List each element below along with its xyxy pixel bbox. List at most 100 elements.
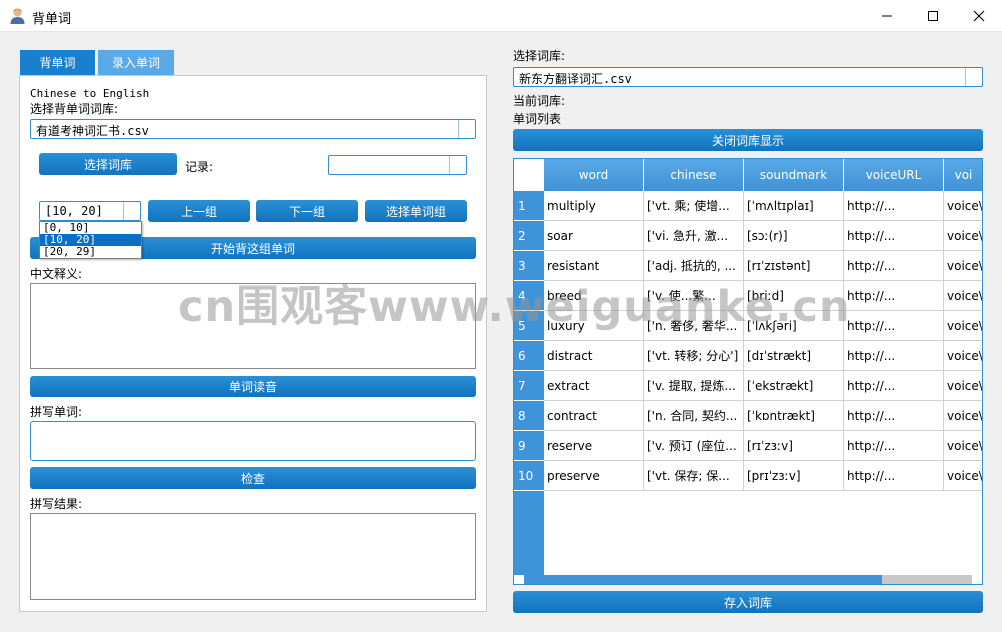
table-cell-chinese[interactable]: ['vt. 保存; 保... [644,461,744,491]
table-cell-voice[interactable]: voice\ [944,341,982,371]
table-cell-voiceURL[interactable]: http://... [844,401,944,431]
table-cell-voice[interactable]: voice\ [944,251,982,281]
tab-entry[interactable]: 录入单词 [98,50,174,75]
row-header[interactable]: 9 [514,431,544,461]
table-cell-voice[interactable]: voice\ [944,281,982,311]
table-cell-soundmark[interactable]: [prɪˈzɜːv] [744,461,844,491]
table-cell-soundmark[interactable]: [ˈekstrækt] [744,371,844,401]
save-to-lib-button[interactable]: 存入词库 [513,591,983,613]
chevron-down-icon [123,202,140,220]
table-cell-word[interactable]: multiply [544,191,644,221]
table-cell-voiceURL[interactable]: http://... [844,311,944,341]
row-header[interactable]: 10 [514,461,544,491]
tab-memorize[interactable]: 背单词 [20,50,95,75]
table-cell-word[interactable]: preserve [544,461,644,491]
table-cell-voiceURL[interactable]: http://... [844,371,944,401]
maximize-button[interactable] [910,0,956,32]
table-cell-chinese[interactable]: ['vi. 急升, 激... [644,221,744,251]
current-lib-label: 当前词库: [513,94,566,108]
scrollbar-thumb[interactable] [524,575,882,584]
table-cell-voice[interactable]: voice\ [944,371,982,401]
table-cell-soundmark[interactable]: [rɪˈzɜːv] [744,431,844,461]
table-cell-voiceURL[interactable]: http://... [844,431,944,461]
prev-group-button[interactable]: 上一组 [148,200,250,222]
table-cell-soundmark[interactable]: [ˈmʌltɪplaɪ] [744,191,844,221]
table-cell-voice[interactable]: voice\ [944,221,982,251]
right-lib-combo-value: 新东方翻译词汇.csv [519,72,632,86]
table-cell-voiceURL[interactable]: http://... [844,461,944,491]
group-dropdown-list: [0, 10] [10, 20] [20, 29] [39,221,142,259]
spell-input[interactable] [30,421,476,461]
row-header[interactable]: 4 [514,281,544,311]
table-cell-chinese[interactable]: ['vt. 转移; 分心'] [644,341,744,371]
table-cell-chinese[interactable]: ['v. 预订 (座位... [644,431,744,461]
chevron-down-icon [458,120,475,138]
read-word-button[interactable]: 单词读音 [30,376,476,397]
table-cell-voiceURL[interactable]: http://... [844,341,944,371]
row-header[interactable]: 8 [514,401,544,431]
table-cell-voiceURL[interactable]: http://... [844,251,944,281]
table-cell-soundmark[interactable]: [ˈlʌkʃəri] [744,311,844,341]
column-header-soundmark[interactable]: soundmark [744,159,844,191]
table-cell-soundmark[interactable]: [briːd] [744,281,844,311]
table-cell-soundmark[interactable]: [dɪˈstrækt] [744,341,844,371]
table-cell-voice[interactable]: voice\ [944,311,982,341]
horizontal-scrollbar[interactable] [524,575,972,584]
right-choose-lib-label: 选择词库: [513,49,566,63]
result-textarea[interactable] [30,513,476,600]
close-button[interactable] [956,0,1002,32]
record-combo[interactable] [328,155,467,175]
table-cell-voiceURL[interactable]: http://... [844,191,944,221]
column-header-chinese[interactable]: chinese [644,159,744,191]
word-table[interactable]: word chinese soundmark voiceURL voi 1 multipl… [513,158,983,585]
row-header[interactable]: 7 [514,371,544,401]
table-cell-chinese[interactable]: ['v. 使...繁... [644,281,744,311]
close-lib-display-button[interactable]: 关闭词库显示 [513,129,983,151]
person-icon [10,8,25,24]
group-combo-value: [10, 20] [45,204,103,218]
table-cell-chinese[interactable]: ['vt. 乘; 使增... [644,191,744,221]
row-header[interactable]: 1 [514,191,544,221]
table-cell-word[interactable]: breed [544,281,644,311]
table-cell-soundmark[interactable]: [rɪˈzɪstənt] [744,251,844,281]
mode-text: Chinese to English [30,87,150,100]
group-option[interactable]: [20, 29] [40,246,141,258]
next-group-button[interactable]: 下一组 [256,200,358,222]
table-cell-word[interactable]: luxury [544,311,644,341]
right-lib-combo[interactable]: 新东方翻译词汇.csv [513,67,983,87]
table-cell-voiceURL[interactable]: http://... [844,281,944,311]
table-cell-chinese[interactable]: ['v. 提取, 提炼... [644,371,744,401]
maximize-icon [928,11,938,21]
table-cell-chinese[interactable]: ['n. 合同, 契约... [644,401,744,431]
table-cell-soundmark[interactable]: [ˈkɒntrækt] [744,401,844,431]
table-cell-soundmark[interactable]: [sɔː(r)] [744,221,844,251]
table-cell-voice[interactable]: voice\ [944,431,982,461]
column-header-voiceURL[interactable]: voiceURL [844,159,944,191]
table-cell-word[interactable]: reserve [544,431,644,461]
row-header[interactable]: 2 [514,221,544,251]
table-cell-chinese[interactable]: ['n. 奢侈, 奢华... [644,311,744,341]
table-cell-voice[interactable]: voice\ [944,191,982,221]
choose-group-button[interactable]: 选择单词组 [365,200,467,222]
table-cell-word[interactable]: soar [544,221,644,251]
lib-combo[interactable]: 有道考神词汇书.csv [30,119,476,139]
column-header-voice[interactable]: voi [944,159,982,191]
row-header[interactable]: 3 [514,251,544,281]
check-button[interactable]: 检查 [30,467,476,489]
table-cell-voice[interactable]: voice\ [944,401,982,431]
choose-lib-button[interactable]: 选择词库 [39,153,177,175]
table-cell-voice[interactable]: voice\ [944,461,982,491]
meaning-textarea[interactable] [30,283,476,369]
table-cell-chinese[interactable]: ['adj. 抵抗的, ... [644,251,744,281]
table-cell-word[interactable]: resistant [544,251,644,281]
table-cell-word[interactable]: distract [544,341,644,371]
table-cell-voiceURL[interactable]: http://... [844,221,944,251]
row-header[interactable]: 6 [514,341,544,371]
table-cell-word[interactable]: extract [544,371,644,401]
lib-combo-value: 有道考神词汇书.csv [36,124,149,138]
table-cell-word[interactable]: contract [544,401,644,431]
minimize-button[interactable] [864,0,910,32]
column-header-word[interactable]: word [544,159,644,191]
row-header[interactable]: 5 [514,311,544,341]
group-combo[interactable]: [10, 20] [39,201,141,221]
